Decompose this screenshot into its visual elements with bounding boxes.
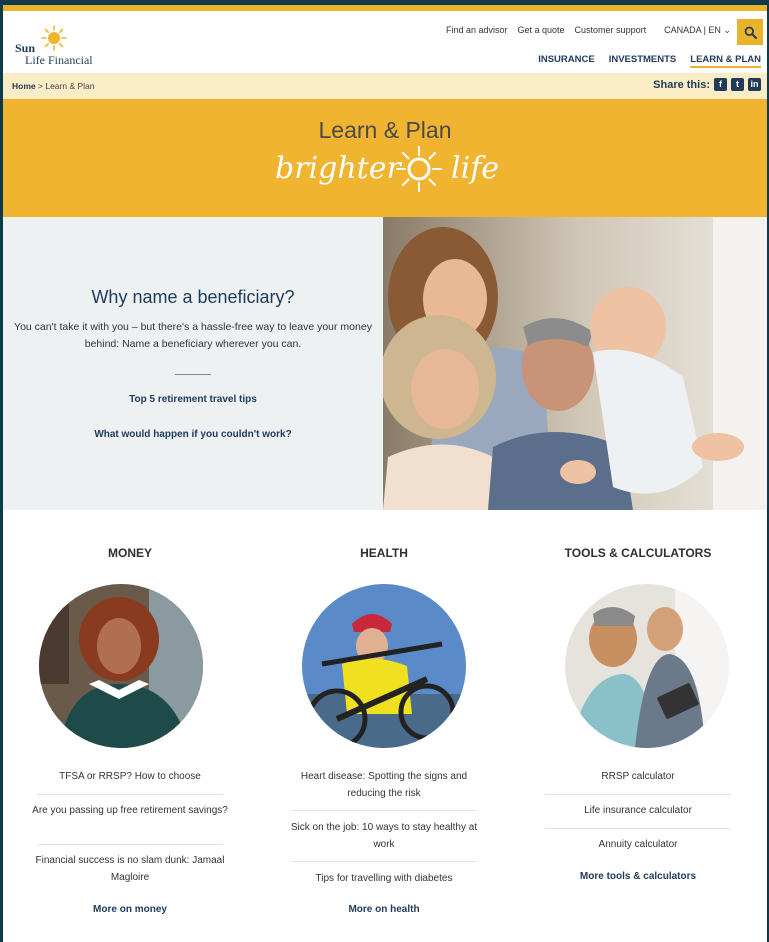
breadcrumb-current: Learn & Plan	[45, 81, 95, 91]
tagline-life: life	[451, 151, 500, 186]
linkedin-icon[interactable]: in	[748, 78, 761, 91]
health-divider	[291, 861, 477, 862]
get-quote-link[interactable]: Get a quote	[518, 25, 565, 36]
hero-description: You can't take it with you – but there's…	[14, 321, 372, 350]
logo-text-life-financial: Life Financial	[25, 53, 93, 67]
tagline-brighter: brighter	[275, 151, 401, 186]
health-image	[302, 584, 466, 748]
health-link-sick-on-job[interactable]: Sick on the job: 10 ways to stay healthy…	[285, 819, 483, 853]
tools-column: TOOLS & CALCULATORS RRSP calculator Life…	[511, 510, 765, 942]
nav-learn-plan[interactable]: LEARN & PLAN	[690, 54, 761, 68]
health-divider	[291, 810, 477, 811]
cyclist-illustration	[302, 584, 466, 748]
health-link-diabetes-travel[interactable]: Tips for travelling with diabetes	[285, 870, 483, 887]
link-couldnt-work[interactable]: What would happen if you couldn't work?	[3, 429, 383, 440]
couple-tablet-illustration	[565, 584, 729, 748]
banner-title: Learn & Plan	[318, 117, 452, 143]
nav-investments[interactable]: INVESTMENTS	[609, 54, 677, 68]
health-heading[interactable]: HEALTH	[257, 546, 511, 560]
health-link-heart-disease[interactable]: Heart disease: Spotting the signs and re…	[285, 768, 483, 802]
money-divider	[37, 844, 223, 845]
money-link-free-savings[interactable]: Are you passing up free retirement savin…	[31, 802, 229, 819]
sun-logo-icon	[41, 25, 67, 51]
money-heading[interactable]: MONEY	[3, 546, 257, 560]
search-icon	[744, 26, 757, 39]
family-hero-image	[383, 217, 767, 510]
breadcrumb-bar: Home > Learn & Plan Share this: f t in	[3, 73, 767, 99]
locale-label: CANADA | EN	[664, 25, 721, 35]
hero-divider	[175, 374, 211, 375]
chevron-down-icon: ⌄	[723, 25, 731, 35]
health-column: HEALTH Heart disease: Spotting the signs…	[257, 510, 511, 942]
breadcrumb: Home > Learn & Plan	[12, 81, 95, 91]
hero-title[interactable]: Why name a beneficiary?	[3, 287, 383, 308]
site-header: Sun Life Financial Find an advisor Get a…	[3, 11, 767, 73]
share-label: Share this:	[653, 78, 710, 91]
hero-feature: Why name a beneficiary? You can't take i…	[3, 217, 383, 510]
more-tools-link[interactable]: More tools & calculators	[511, 871, 765, 882]
more-on-health-link[interactable]: More on health	[257, 904, 511, 915]
rrsp-calculator-link[interactable]: RRSP calculator	[539, 768, 737, 785]
share-bar: Share this: f t in	[653, 78, 761, 91]
facebook-icon[interactable]: f	[714, 78, 727, 91]
brighter-life-tagline: brighter life	[271, 145, 501, 205]
main-nav: INSURANCE INVESTMENTS LEARN & PLAN	[538, 54, 761, 68]
tools-divider	[545, 828, 731, 829]
annuity-calculator-link[interactable]: Annuity calculator	[539, 836, 737, 853]
twitter-icon[interactable]: t	[731, 78, 744, 91]
nav-insurance[interactable]: INSURANCE	[538, 54, 594, 68]
learn-plan-banner: Learn & Plan brighter life	[3, 99, 767, 217]
breadcrumb-home[interactable]: Home	[12, 81, 36, 91]
family-illustration	[383, 217, 767, 510]
money-link-jamaal-magloire[interactable]: Financial success is no slam dunk: Jamaa…	[31, 852, 229, 886]
sun-burst-icon	[396, 146, 442, 192]
tools-image	[565, 584, 729, 748]
page: Sun Life Financial Find an advisor Get a…	[3, 5, 767, 942]
utility-nav: Find an advisor Get a quote Customer sup…	[446, 25, 731, 36]
more-on-money-link[interactable]: More on money	[3, 904, 257, 915]
tools-divider	[545, 794, 731, 795]
woman-thinking-illustration	[39, 584, 203, 748]
money-link-tfsa-rrsp[interactable]: TFSA or RRSP? How to choose	[31, 768, 229, 785]
locale-selector[interactable]: CANADA | EN ⌄	[664, 25, 731, 36]
money-divider	[37, 794, 223, 795]
find-advisor-link[interactable]: Find an advisor	[446, 25, 508, 36]
breadcrumb-separator-icon: >	[38, 81, 43, 91]
search-button[interactable]	[737, 19, 763, 45]
life-insurance-calculator-link[interactable]: Life insurance calculator	[539, 802, 737, 819]
customer-support-link[interactable]: Customer support	[575, 25, 647, 36]
money-column: MONEY TFSA or RRSP? How to choose Are yo…	[3, 510, 257, 942]
link-retirement-travel-tips[interactable]: Top 5 retirement travel tips	[3, 394, 383, 405]
sun-life-logo[interactable]: Sun Life Financial	[13, 23, 123, 67]
tools-heading[interactable]: TOOLS & CALCULATORS	[511, 546, 765, 560]
money-image	[39, 584, 203, 748]
